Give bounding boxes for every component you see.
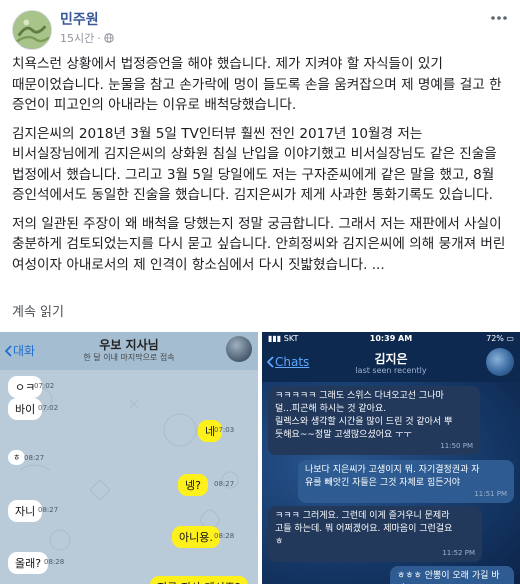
chat-bubble-out: 지금 지사 계시죠?	[150, 576, 248, 584]
battery-indicator: 72% ▭	[486, 334, 514, 343]
chat-bubble-out: 아니용.	[172, 526, 220, 548]
telegram-contact-avatar[interactable]	[486, 348, 514, 376]
kakao-chat-title: 우보 지사님	[99, 338, 159, 352]
chat-bubble-in: ㅎ	[8, 450, 26, 465]
post-paragraph: 저의 일관된 주장이 왜 배척을 당했는지 정말 궁금합니다. 그래서 저는 재…	[12, 215, 506, 273]
status-clock: 10:39 AM	[369, 334, 413, 343]
telegram-header: Chats 김지은 last seen recently	[262, 346, 520, 382]
chat-bubble-out: ㅎㅎㅎ 안뽕이 오래 가길 바라~	[390, 566, 514, 584]
meta-separator: ·	[97, 31, 101, 45]
message-time: 08:27	[214, 480, 235, 488]
kakao-contact-avatar[interactable]	[226, 336, 252, 362]
chat-bubble-in: ㅋㅋㅋ 그러게요. 그런데 이게 즐거우니 문제라 고들 하는데. 뭐 어쩌겠어…	[268, 506, 482, 562]
status-bar: ▮▮▮ SKT 10:39 AM 72% ▭	[262, 332, 520, 346]
attached-photos[interactable]: 대화 우보 지사님 한 달 이내 마지막으로 접속 ㅇㅋ 07:02 바이 07…	[0, 332, 520, 584]
telegram-chat-area: ㅋㅋㅋㅋㅋ 그래도 스위스 다녀오고선 그나마 덜...피곤해 하시는 것 같아…	[262, 382, 520, 584]
kakao-header: 대화 우보 지사님 한 달 이내 마지막으로 접속	[0, 332, 258, 370]
author-avatar[interactable]	[12, 10, 52, 50]
post-body: 치욕스런 상황에서 법정증언을 해야 했습니다. 제가 지켜야 할 자식들이 있…	[12, 54, 512, 283]
photo-kakao-chat[interactable]: 대화 우보 지사님 한 달 이내 마지막으로 접속 ㅇㅋ 07:02 바이 07…	[0, 332, 258, 584]
message-time: 08:28	[214, 532, 235, 540]
chat-bubble-out: 넹?	[178, 474, 208, 496]
author-name[interactable]: 민주원	[60, 9, 99, 29]
message-time: 11:52 PM	[442, 549, 475, 557]
message-time: 07:02	[38, 404, 59, 412]
globe-icon	[104, 33, 114, 43]
photo-telegram-chat[interactable]: ▮▮▮ SKT 10:39 AM 72% ▭ Chats 김지은 last se…	[262, 332, 520, 584]
chat-bubble-in: ㅋㅋㅋㅋㅋ 그래도 스위스 다녀오고선 그나마 덜...피곤해 하시는 것 같아…	[268, 386, 480, 455]
message-time: 08:27	[38, 506, 59, 514]
chat-bubble-in: 올래?	[8, 552, 49, 574]
kakao-chat-area: ㅇㅋ 07:02 바이 07:02 네 07:03 ㅎ 08:27 넹? 08:…	[0, 370, 258, 584]
kakao-chat-subtitle: 한 달 이내 마지막으로 접속	[83, 353, 175, 362]
post-header: 민주원 15시간 ·	[0, 0, 520, 52]
see-more-link[interactable]: 계속 읽기	[12, 301, 64, 320]
message-time: 08:27	[24, 454, 45, 462]
message-time: 11:50 PM	[440, 442, 473, 450]
message-time: 11:51 PM	[474, 490, 507, 498]
post-paragraph: 치욕스런 상황에서 법정증언을 해야 했습니다. 제가 지켜야 할 자식들이 있…	[12, 56, 502, 113]
post-time[interactable]: 15시간	[60, 30, 94, 46]
more-icon	[491, 16, 507, 20]
more-options-button[interactable]	[490, 12, 508, 24]
message-time: 08:28	[44, 558, 65, 566]
message-time: 07:02	[34, 382, 55, 390]
post-paragraph: 김지은씨의 2018년 3월 5일 TV인터뷰 훨씬 전인 2017년 10월경…	[12, 125, 497, 204]
post-meta: 15시간 ·	[60, 30, 114, 46]
chat-bubble-out: 나보다 지은씨가 고생이지 뭐. 자기결정권과 자 유를 빼앗긴 자들은 그것 …	[298, 460, 514, 503]
telegram-contact-name: 김지은	[374, 352, 408, 366]
message-time: 07:03	[214, 426, 235, 434]
telegram-last-seen: last seen recently	[355, 366, 427, 375]
